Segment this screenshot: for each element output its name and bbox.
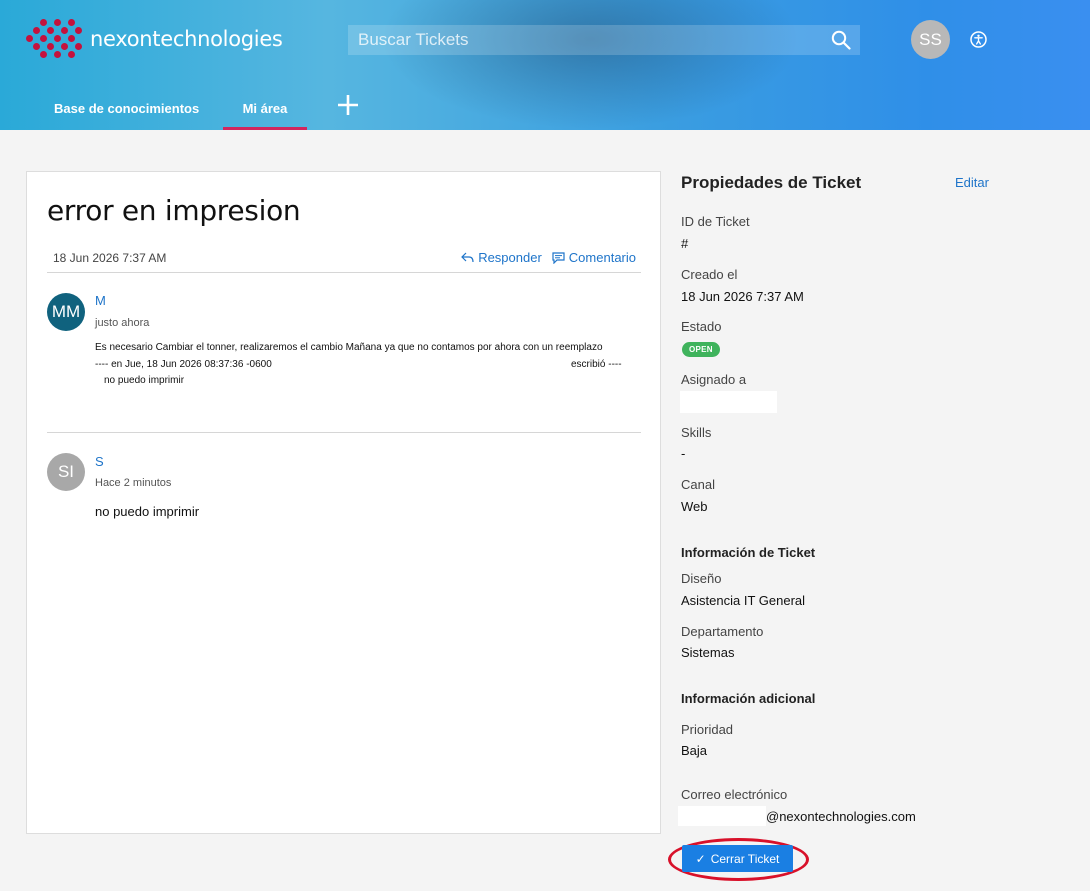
thread-quote-wrote: escribió ---- (571, 359, 622, 370)
thread-time: justo ahora (95, 317, 150, 329)
ticket-info-section: Información de Ticket (681, 545, 816, 560)
edit-link[interactable]: Editar (955, 175, 989, 190)
created-label: Creado el (681, 267, 738, 282)
thread-quote-header: ---- en Jue, 18 Jun 2026 08:37:36 -0600 (95, 359, 272, 370)
comment-icon (552, 251, 565, 264)
ticket-id-label: ID de Ticket (681, 214, 750, 229)
close-ticket-button[interactable]: ✓ Cerrar Ticket (682, 845, 793, 872)
nav-knowledge-base[interactable]: Base de conocimientos (54, 86, 214, 130)
brand-name: nexontechnologies (90, 27, 283, 51)
assigned-label: Asignado a (681, 372, 747, 387)
extra-info-section: Información adicional (681, 691, 816, 706)
avatar: SI (47, 453, 85, 491)
email-label: Correo electrónico (681, 787, 788, 802)
assigned-value-redacted (680, 391, 777, 413)
design-value: Asistencia IT General (681, 593, 806, 608)
check-icon: ✓ (695, 851, 706, 866)
created-value: 18 Jun 2026 7:37 AM (681, 289, 804, 304)
priority-label: Prioridad (681, 722, 734, 737)
priority-value: Baja (681, 743, 708, 758)
close-ticket-label: Cerrar Ticket (710, 851, 780, 866)
reply-button[interactable]: Responder (461, 250, 542, 265)
search-icon[interactable] (826, 25, 856, 55)
search-bar (348, 25, 860, 55)
nav-my-area[interactable]: Mi área (223, 86, 307, 130)
thread-author[interactable]: M (95, 293, 106, 308)
department-label: Departamento (681, 624, 764, 639)
divider (47, 432, 641, 433)
thread-message: no puedo imprimir (95, 504, 200, 519)
accessibility-icon[interactable] (970, 31, 987, 48)
comment-label: Comentario (568, 250, 636, 265)
thread-message-line: Es necesario Cambiar el tonner, realizar… (95, 342, 603, 353)
search-input[interactable] (348, 25, 826, 55)
header-photo-shade (380, 0, 800, 130)
divider (47, 272, 641, 273)
email-value: @nexontechnologies.com (766, 809, 916, 824)
ticket-conversation-card: error en impresion 18 Jun 2026 7:37 AM R… (26, 171, 661, 834)
email-user-redacted (678, 806, 766, 826)
add-icon[interactable] (335, 92, 361, 118)
logo-dots-icon (26, 18, 82, 60)
reply-label: Responder (478, 250, 542, 265)
status-badge: OPEN (682, 342, 720, 357)
brand-logo[interactable]: nexontechnologies (26, 18, 283, 60)
thread-author[interactable]: S (95, 454, 104, 469)
ticket-actions: Responder Comentario (461, 250, 636, 265)
thread-time: Hace 2 minutos (95, 477, 172, 489)
status-label: Estado (681, 319, 722, 334)
thread-quoted-text: no puedo imprimir (104, 375, 185, 386)
reply-icon (461, 252, 474, 263)
skills-value: - (681, 446, 686, 461)
design-label: Diseño (681, 571, 722, 586)
avatar: MM (47, 293, 85, 331)
ticket-date: 18 Jun 2026 7:37 AM (53, 251, 167, 265)
app-header: nexontechnologies SS Base de conocimient… (0, 0, 1090, 130)
channel-label: Canal (681, 477, 715, 492)
user-avatar[interactable]: SS (911, 20, 950, 59)
properties-title: Propiedades de Ticket (681, 173, 862, 192)
channel-value: Web (681, 499, 708, 514)
ticket-title: error en impresion (47, 194, 301, 227)
skills-label: Skills (681, 425, 712, 440)
ticket-id-value: # (681, 236, 689, 251)
comment-button[interactable]: Comentario (552, 250, 636, 265)
department-value: Sistemas (681, 645, 735, 660)
